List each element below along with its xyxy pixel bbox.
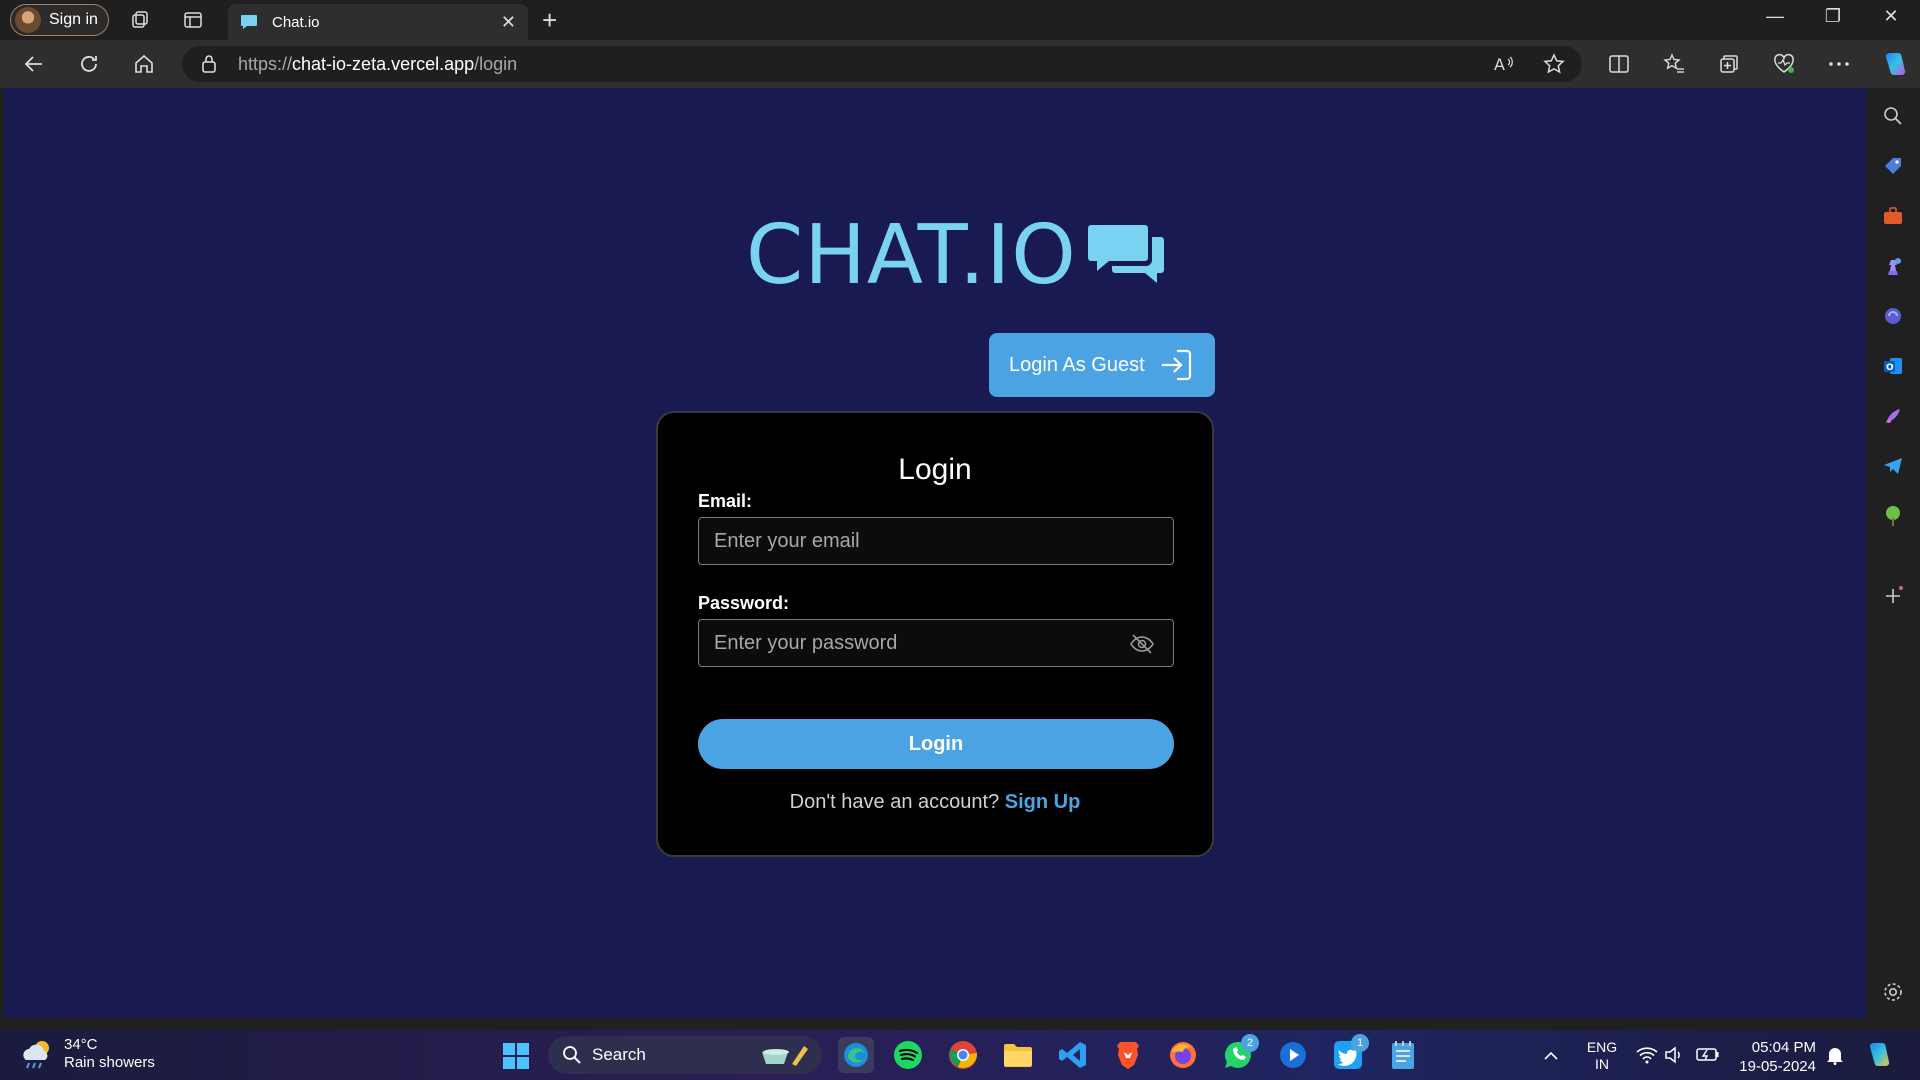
taskbar-brave-icon[interactable] (1113, 1040, 1143, 1070)
new-tab-button[interactable]: + (542, 6, 557, 34)
email-label: Email: (698, 491, 753, 511)
weather-description: Rain showers (64, 1054, 155, 1071)
sidebar-settings-gear-icon[interactable] (1881, 980, 1905, 1004)
telegram-send-icon[interactable] (1881, 454, 1905, 478)
login-as-guest-button[interactable]: Login As Guest (989, 333, 1215, 397)
read-aloud-icon[interactable]: A (1492, 52, 1516, 76)
whatsapp-badge: 2 (1241, 1034, 1259, 1052)
signup-prompt-text: Don't have an account? (789, 791, 1000, 813)
workspaces-icon[interactable] (128, 8, 152, 32)
close-window-icon[interactable]: ✕ (1876, 6, 1906, 27)
taskbar-search-label: Search (592, 1045, 646, 1064)
show-hidden-icons-chevron-icon[interactable] (1543, 1048, 1559, 1064)
windows-taskbar: 34°C Rain showers Search 2 1 ENG IN 05:0… (0, 1030, 1920, 1080)
tab-chat-io[interactable]: Chat.io ✕ (228, 4, 528, 40)
wifi-icon[interactable] (1636, 1046, 1658, 1067)
profile-label: Sign in (49, 11, 98, 28)
password-label: Password: (698, 593, 790, 613)
taskbar-file-explorer-icon[interactable] (1003, 1040, 1033, 1070)
clock-date: 19-05-2024 (1739, 1058, 1816, 1075)
tab-close-icon[interactable]: ✕ (501, 12, 516, 33)
home-icon[interactable] (132, 52, 156, 76)
taskbar-vscode-icon[interactable] (1058, 1040, 1088, 1070)
taskbar-spotify-icon[interactable] (893, 1040, 923, 1070)
twitter-badge: 1 (1351, 1034, 1369, 1052)
url-text[interactable]: https://chat-io-zeta.vercel.app/login (238, 54, 517, 75)
profile-sign-in-button[interactable]: Sign in (10, 4, 109, 36)
add-sidebar-app-icon[interactable] (1881, 584, 1905, 608)
collections-icon[interactable] (1717, 52, 1741, 76)
logo-text: CHAT.IO (746, 208, 1077, 303)
more-options-icon[interactable] (1827, 52, 1851, 76)
taskbar-edge-icon[interactable] (838, 1037, 874, 1073)
back-icon[interactable] (22, 52, 46, 76)
taskbar-firefox-icon[interactable] (1168, 1040, 1198, 1070)
search-highlight-icon (762, 1046, 808, 1066)
lock-icon[interactable] (200, 54, 220, 74)
notifications-bell-icon[interactable] (1826, 1045, 1844, 1068)
chat-bubbles-icon (1087, 224, 1164, 283)
language-code: ENG (1586, 1039, 1618, 1055)
edge-sidebar: O (1866, 88, 1920, 1018)
restore-icon[interactable]: ❐ (1818, 6, 1848, 27)
favorite-star-icon[interactable] (1542, 52, 1566, 76)
chat-io-logo: CHAT.IO (746, 208, 1167, 303)
login-title: Login (898, 453, 972, 486)
guest-button-label: Login As Guest (1009, 353, 1145, 376)
weather-temperature: 34°C (64, 1036, 98, 1053)
battery-charging-icon[interactable] (1696, 1046, 1720, 1065)
chat-favicon-icon (241, 15, 257, 29)
login-card: Login Email: Password: Login Don't have … (656, 411, 1214, 857)
outlook-icon[interactable]: O (1881, 354, 1905, 378)
copilot-icon[interactable] (1880, 49, 1910, 79)
svg-text:O: O (1886, 363, 1894, 373)
copilot-taskbar-icon[interactable] (1864, 1040, 1894, 1073)
browser-essentials-icon[interactable] (1772, 52, 1796, 76)
taskbar-notepad-icon[interactable] (1388, 1040, 1418, 1070)
svg-text:A: A (1494, 55, 1505, 74)
taskbar-search-icon (563, 1046, 581, 1064)
taskbar-media-player-icon[interactable] (1278, 1040, 1308, 1070)
windows-start-icon[interactable] (502, 1042, 530, 1070)
sign-up-link[interactable]: Sign Up (1005, 791, 1081, 813)
password-field[interactable] (714, 631, 1114, 655)
page-viewport: CHAT.IO Login As Guest Login Email: Pass… (4, 88, 1866, 1018)
weather-widget[interactable]: 34°C Rain showers (20, 1036, 155, 1072)
tab-actions-icon[interactable] (181, 8, 205, 32)
email-field-box (698, 517, 1174, 565)
taskbar-twitter-icon[interactable]: 1 (1333, 1034, 1369, 1070)
taskbar-chrome-icon[interactable] (948, 1040, 978, 1070)
games-chess-icon[interactable] (1881, 254, 1905, 278)
tab-title: Chat.io (272, 13, 320, 31)
split-screen-icon[interactable] (1607, 52, 1631, 76)
taskbar-clock[interactable]: 05:04 PM 19-05-2024 (1738, 1038, 1816, 1076)
browser-titlebar: Sign in Chat.io ✕ + — ❐ ✕ (0, 0, 1920, 40)
login-submit-button[interactable]: Login (698, 719, 1174, 769)
clock-time: 05:04 PM (1751, 1039, 1816, 1056)
tree-icon[interactable] (1881, 504, 1905, 528)
toggle-password-visibility-icon[interactable] (1129, 632, 1155, 656)
taskbar-search[interactable]: Search (548, 1036, 822, 1074)
minimize-icon[interactable]: — (1760, 6, 1790, 27)
sidebar-search-icon[interactable] (1881, 104, 1905, 128)
volume-icon[interactable] (1664, 1046, 1684, 1067)
sign-in-arrow-icon (1161, 349, 1191, 381)
password-field-box (698, 619, 1174, 667)
taskbar-whatsapp-icon[interactable]: 2 (1223, 1034, 1259, 1070)
copilot-sidebar-icon[interactable] (1881, 304, 1905, 328)
rain-cloud-icon (23, 1041, 49, 1069)
browser-toolbar: https://chat-io-zeta.vercel.app/login A (0, 40, 1920, 88)
region-code: IN (1595, 1056, 1609, 1072)
favorites-icon[interactable] (1662, 52, 1686, 76)
tools-briefcase-icon[interactable] (1881, 204, 1905, 228)
email-field[interactable] (714, 529, 1114, 553)
refresh-icon[interactable] (77, 52, 101, 76)
signup-prompt: Don't have an account? Sign Up (658, 791, 1212, 814)
shopping-tag-icon[interactable] (1881, 154, 1905, 178)
address-bar[interactable]: https://chat-io-zeta.vercel.app/login A (182, 46, 1582, 82)
avatar (15, 7, 41, 33)
designer-icon[interactable] (1881, 404, 1905, 428)
language-indicator[interactable]: ENG IN (1584, 1039, 1620, 1073)
